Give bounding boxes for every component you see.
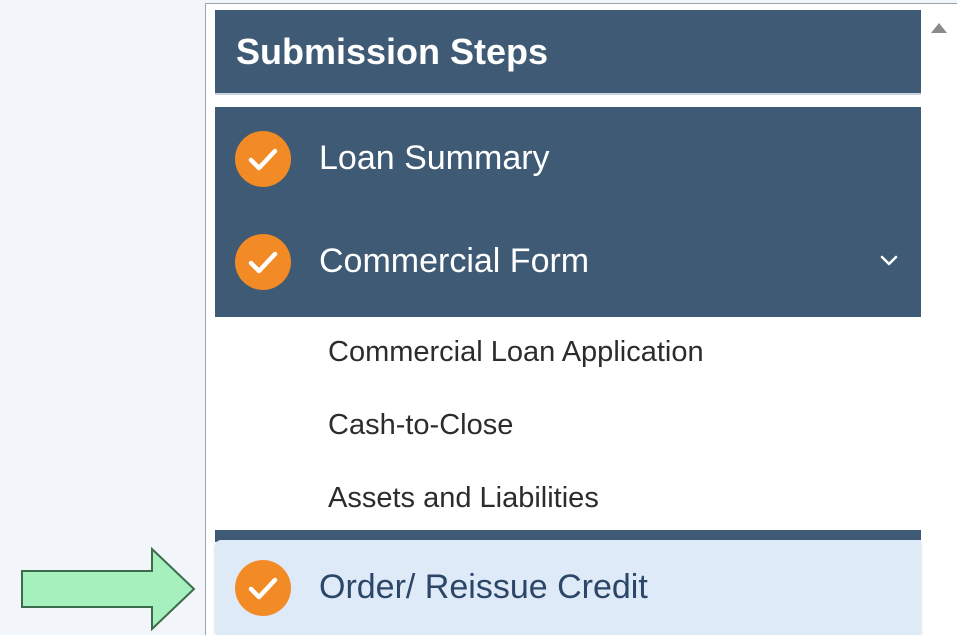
- chevron-down-icon[interactable]: [878, 252, 900, 268]
- sub-item-cash-to-close[interactable]: Cash-to-Close: [215, 390, 921, 460]
- scrollbar[interactable]: [922, 5, 955, 635]
- panel-title: Submission Steps: [236, 31, 549, 72]
- step-label: Loan Summary: [319, 139, 550, 177]
- submission-steps-panel: Submission Steps Loan Summary Commercial…: [215, 10, 921, 635]
- green-arrow-icon: [21, 547, 196, 631]
- check-icon: [235, 234, 291, 290]
- sub-item-assets-and-liabilities[interactable]: Assets and Liabilities: [215, 463, 921, 533]
- check-icon: [235, 131, 291, 187]
- sub-item-label: Assets and Liabilities: [328, 482, 599, 514]
- screen: Submission Steps Loan Summary Commercial…: [0, 0, 957, 635]
- step-loan-summary[interactable]: Loan Summary: [215, 107, 921, 209]
- sub-item-commercial-loan-application[interactable]: Commercial Loan Application: [215, 317, 921, 387]
- step-label: Commercial Form: [319, 242, 590, 280]
- check-icon: [235, 560, 291, 616]
- header-divider: [215, 93, 921, 95]
- step-label: Order/ Reissue Credit: [319, 568, 648, 606]
- sub-item-label: Commercial Loan Application: [328, 336, 704, 368]
- step-order-reissue-credit[interactable]: Order/ Reissue Credit: [215, 540, 921, 635]
- panel-header: Submission Steps: [215, 10, 921, 95]
- step-commercial-form[interactable]: Commercial Form: [215, 209, 921, 317]
- scroll-up-arrow-icon[interactable]: [930, 21, 948, 35]
- sub-item-label: Cash-to-Close: [328, 409, 514, 441]
